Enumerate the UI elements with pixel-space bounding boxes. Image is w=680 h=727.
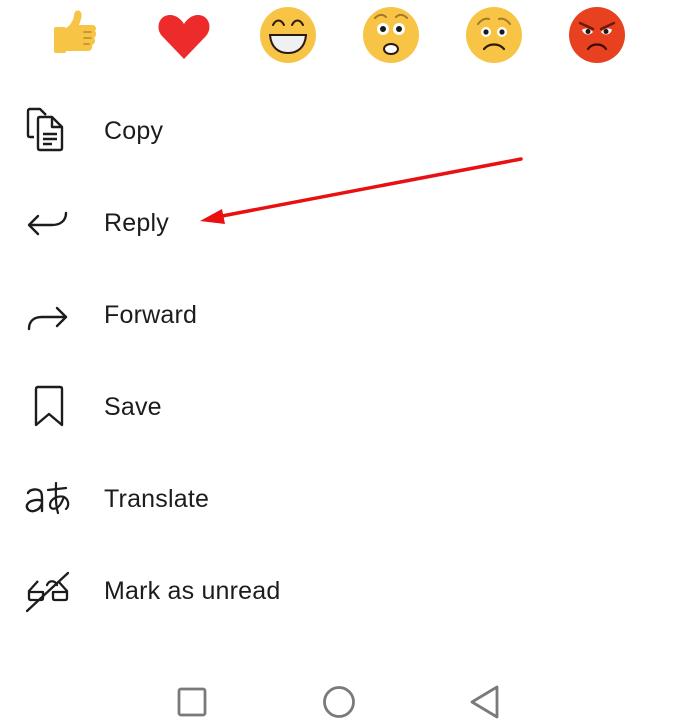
thumbs-up-icon (54, 10, 97, 53)
menu-item-translate[interactable]: Translate (0, 452, 680, 544)
reaction-angry-button[interactable] (567, 5, 627, 65)
menu-item-label: Save (104, 393, 162, 421)
square-icon (177, 687, 207, 717)
copy-icon (22, 107, 74, 153)
menu-item-reply[interactable]: Reply (0, 176, 680, 268)
reaction-bar (0, 0, 680, 70)
menu-item-save[interactable]: Save (0, 360, 680, 452)
sad-face-icon (466, 7, 522, 63)
heart-icon (158, 15, 210, 59)
menu-item-label: Forward (104, 301, 198, 329)
angry-face-icon (569, 7, 625, 63)
menu-item-forward[interactable]: Forward (0, 268, 680, 360)
reply-icon (22, 199, 74, 245)
reaction-heart-button[interactable] (154, 5, 214, 65)
forward-icon (22, 291, 74, 337)
laughing-face-icon (260, 7, 316, 63)
triangle-back-icon (470, 685, 499, 719)
menu-item-label: Copy (104, 117, 164, 145)
circle-icon (323, 686, 355, 718)
back-button[interactable] (465, 682, 505, 722)
reaction-surprised-button[interactable] (361, 5, 421, 65)
recents-button[interactable] (172, 682, 212, 722)
reaction-sad-button[interactable] (464, 5, 524, 65)
mark-unread-icon (22, 567, 74, 613)
bookmark-icon (22, 383, 74, 429)
menu-item-label: Translate (104, 485, 210, 513)
reaction-like-button[interactable] (50, 5, 110, 65)
system-navigation-bar (0, 670, 680, 727)
surprised-face-icon (363, 7, 419, 63)
menu-item-label: Mark as unread (104, 577, 281, 605)
menu-item-label: Reply (104, 209, 169, 237)
menu-item-copy[interactable]: Copy (0, 84, 680, 176)
menu-item-mark-as-unread[interactable]: Mark as unread (0, 544, 680, 636)
home-button[interactable] (319, 682, 359, 722)
translate-icon (22, 475, 74, 521)
reaction-laugh-button[interactable] (258, 5, 318, 65)
